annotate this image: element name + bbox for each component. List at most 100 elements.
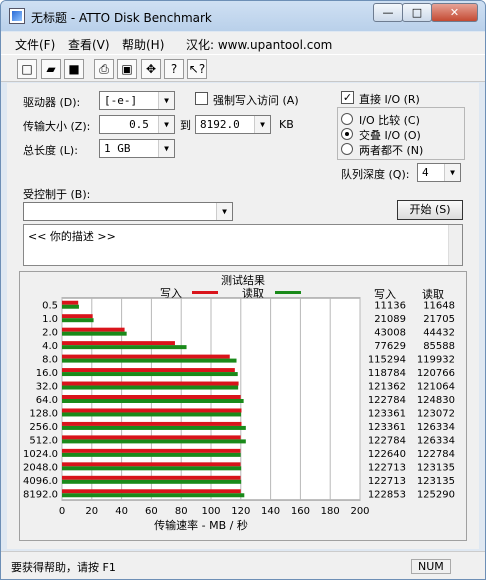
x-tick-label: 0	[59, 506, 65, 517]
read-value-label: 123135	[417, 462, 455, 473]
minimize-button[interactable]: —	[373, 3, 403, 22]
write-value-label: 43008	[374, 328, 406, 339]
read-bar	[62, 331, 127, 336]
write-value-label: 123361	[368, 422, 406, 433]
read-value-label: 11648	[423, 301, 455, 312]
chevron-down-icon[interactable]: ▼	[158, 140, 174, 157]
write-bar	[62, 489, 241, 494]
overlapped-io-radio[interactable]	[341, 128, 353, 140]
controlled-by-label: 受控制于 (B):	[23, 188, 91, 201]
x-tick-label: 40	[115, 506, 128, 517]
write-column-header: 写入	[374, 288, 396, 301]
chevron-down-icon[interactable]: ▼	[158, 116, 174, 133]
x-tick-label: 100	[201, 506, 220, 517]
read-value-label: 126334	[417, 435, 455, 446]
legend-write-swatch	[192, 291, 218, 294]
write-bar	[62, 300, 79, 305]
read-bar	[62, 479, 242, 484]
y-tick-label: 0.5	[42, 301, 58, 312]
print-icon[interactable]: ⎙	[94, 59, 114, 79]
read-value-label: 121064	[417, 382, 455, 393]
read-bar	[62, 399, 244, 403]
write-bar	[62, 354, 230, 359]
transfer-from-select[interactable]: 0.5 ▼	[99, 115, 175, 134]
menu-localization-link[interactable]: 汉化: www.upantool.com	[186, 36, 332, 53]
description-text: << 你的描述 >>	[28, 230, 116, 243]
y-tick-label: 1.0	[42, 314, 58, 325]
status-help-text: 要获得帮助，请按 F1	[11, 561, 116, 574]
force-write-checkbox[interactable]	[195, 92, 208, 105]
y-tick-label: 32.0	[36, 382, 58, 393]
transfer-to-select[interactable]: 8192.0 ▼	[195, 115, 271, 134]
write-value-label: 11136	[374, 301, 406, 312]
read-value-label: 85588	[423, 341, 455, 352]
title-bar[interactable]: 无标题 - ATTO Disk Benchmark — □ ✕	[1, 1, 485, 31]
window-title: 无标题 - ATTO Disk Benchmark	[31, 11, 212, 25]
x-tick-label: 140	[261, 506, 280, 517]
description-scrollbar[interactable]	[448, 225, 462, 265]
y-tick-label: 4096.0	[23, 476, 58, 487]
queue-depth-select[interactable]: 4 ▼	[417, 163, 461, 182]
print-preview-icon[interactable]: ▣	[117, 59, 137, 79]
x-tick-label: 200	[350, 506, 369, 517]
write-bar	[62, 408, 242, 413]
write-bar	[62, 448, 241, 453]
transfer-to-value: 8192.0	[200, 118, 240, 131]
description-field[interactable]: << 你的描述 >>	[23, 224, 463, 266]
transfer-size-label: 传输大小 (Z):	[23, 120, 91, 133]
help-icon[interactable]: ?	[164, 59, 184, 79]
total-length-label: 总长度 (L):	[23, 144, 78, 157]
write-value-label: 122784	[368, 435, 406, 446]
io-compare-radio[interactable]	[341, 113, 353, 125]
total-length-select[interactable]: 1 GB ▼	[99, 139, 175, 158]
main-panel: 驱动器 (D): [-e-] ▼ 强制写入访问 (A) 传输大小 (Z): 0.…	[7, 83, 479, 549]
write-value-label: 21089	[374, 314, 406, 325]
read-value-label: 120766	[417, 368, 455, 379]
read-bar	[62, 358, 237, 363]
y-tick-label: 1024.0	[23, 449, 58, 460]
move-icon[interactable]: ✥	[141, 59, 161, 79]
write-bar	[62, 368, 235, 373]
menu-file[interactable]: 文件(F)	[15, 36, 55, 53]
write-bar	[62, 421, 242, 426]
write-value-label: 122853	[368, 489, 406, 500]
save-icon[interactable]: ■	[64, 59, 84, 79]
write-value-label: 122784	[368, 395, 406, 406]
open-icon[interactable]: ▰	[41, 59, 61, 79]
close-button[interactable]: ✕	[431, 3, 478, 22]
controlled-by-select[interactable]: ▼	[23, 202, 233, 221]
direct-io-checkbox[interactable]: ✓	[341, 91, 354, 104]
chevron-down-icon[interactable]: ▼	[158, 92, 174, 109]
overlapped-io-label: 交叠 I/O (O)	[359, 129, 421, 142]
read-bar	[62, 318, 94, 323]
start-button[interactable]: 开始 (S)	[397, 200, 463, 220]
write-value-label: 122713	[368, 476, 406, 487]
read-column-header: 读取	[422, 287, 444, 301]
read-value-label: 123072	[417, 408, 455, 419]
chevron-down-icon[interactable]: ▼	[254, 116, 270, 133]
y-tick-label: 512.0	[29, 435, 58, 446]
chevron-down-icon[interactable]: ▼	[444, 164, 460, 181]
new-icon[interactable]: □	[17, 59, 37, 79]
read-value-label: 119932	[417, 355, 455, 366]
maximize-button[interactable]: □	[402, 3, 432, 22]
y-tick-label: 256.0	[29, 422, 58, 433]
read-bar	[62, 304, 79, 309]
neither-label: 两者都不 (N)	[359, 144, 424, 157]
chevron-down-icon[interactable]: ▼	[216, 203, 232, 220]
context-help-icon[interactable]: ↖?	[187, 59, 207, 79]
write-value-label: 118784	[368, 368, 406, 379]
y-tick-label: 4.0	[42, 341, 58, 352]
write-bar	[62, 341, 175, 346]
read-bar	[62, 425, 246, 430]
x-tick-label: 20	[85, 506, 98, 517]
app-icon	[9, 8, 25, 24]
drive-select[interactable]: [-e-] ▼	[99, 91, 175, 110]
read-bar	[62, 385, 239, 390]
neither-radio[interactable]	[341, 143, 353, 155]
menu-help[interactable]: 帮助(H)	[122, 36, 164, 53]
menu-view[interactable]: 查看(V)	[68, 36, 110, 53]
x-tick-label: 160	[291, 506, 310, 517]
y-tick-label: 8.0	[42, 355, 58, 366]
write-bar	[62, 435, 241, 440]
